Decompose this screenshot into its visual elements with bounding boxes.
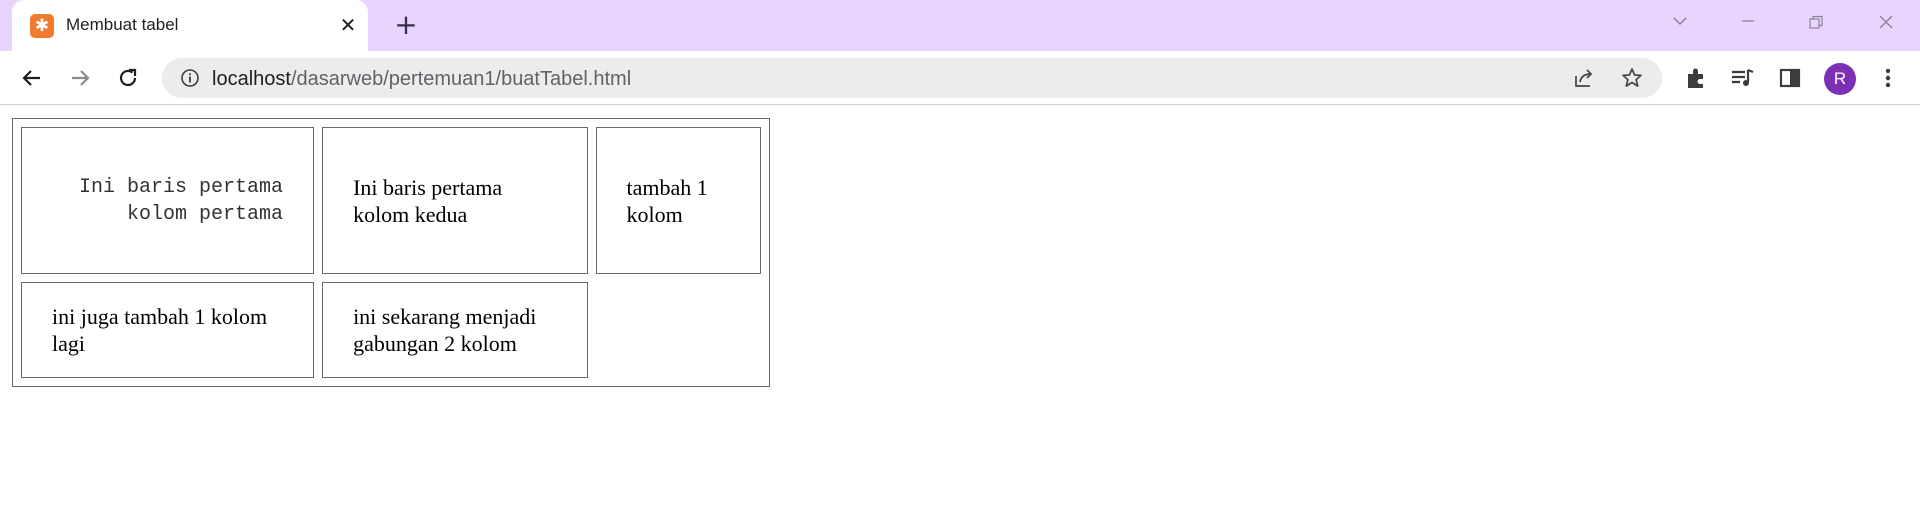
table-cell-row2-col1: ini juga tambah 1 kolom lagi [21,282,315,378]
url-path: /dasarweb/pertemuan1/buatTabel.html [290,68,632,90]
tab-strip: ✱ Membuat tabel ✕ + [0,0,1920,51]
forward-button[interactable] [64,62,96,94]
browser-tab[interactable]: ✱ Membuat tabel ✕ [12,0,368,51]
back-button[interactable] [16,62,48,94]
extensions-icon[interactable] [1682,64,1710,92]
xampp-icon: ✱ [30,14,54,38]
url-text[interactable]: localhost/dasarweb/pertemuan1/buatTabel.… [212,68,631,91]
tab-title: Membuat tabel [66,15,179,34]
address-bar[interactable]: localhost/dasarweb/pertemuan1/buatTabel.… [162,58,1662,98]
page-content: Ini baris pertama kolom pertama Ini bari… [0,106,1920,505]
reload-icon [119,68,137,87]
url-host: localhost [212,68,291,90]
chevron-down-icon [1673,17,1687,26]
arrow-right-icon [72,70,90,86]
table-row: ini juga tambah 1 kolom lagi ini sekaran… [21,282,761,378]
media-queue-icon[interactable] [1728,64,1756,92]
arrow-left-icon [22,70,40,86]
minimize-icon [1742,20,1754,22]
info-icon[interactable] [180,68,200,88]
tab-search-button[interactable] [1660,8,1700,36]
close-tab-button[interactable]: ✕ [334,11,362,39]
table-row: Ini baris pertama kolom pertama Ini bari… [21,127,761,274]
new-tab-button[interactable]: + [390,10,422,42]
restore-icon [1809,15,1823,29]
demo-table: Ini baris pertama kolom pertama Ini bari… [12,118,770,387]
table-cell-row1-col2: Ini baris pertama kolom kedua [322,127,588,274]
table-cell-row1-col3: tambah 1 kolom [595,127,761,274]
close-icon [1879,15,1893,29]
browser-toolbar: localhost/dasarweb/pertemuan1/buatTabel.… [0,51,1920,105]
minimize-button[interactable] [1728,8,1768,36]
star-icon[interactable] [1620,66,1644,90]
restore-button[interactable] [1796,8,1836,36]
reload-button[interactable] [112,62,144,94]
share-icon[interactable] [1572,66,1596,90]
more-vert-icon[interactable] [1874,64,1902,92]
profile-avatar[interactable]: R [1824,63,1856,95]
close-window-button[interactable] [1866,8,1906,36]
table-cell-row2-col2: ini sekarang menjadi gabungan 2 kolom [322,282,588,378]
side-panel-icon[interactable] [1776,64,1804,92]
table-cell-row1-col1: Ini baris pertama kolom pertama [21,127,315,274]
